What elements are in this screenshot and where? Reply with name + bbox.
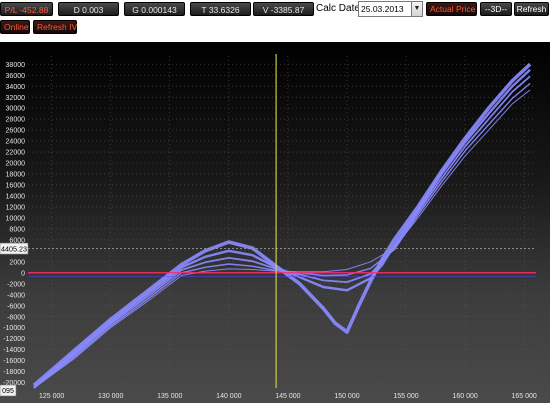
- payoff-chart[interactable]: 38000 36000 34000 32000 30000 28000 26000 24000…: [0, 42, 550, 403]
- chart-area[interactable]: 38000 36000 34000 32000 30000 28000 26000 24000…: [0, 42, 550, 403]
- y-tick-label: -4000: [7, 292, 25, 299]
- x-tick-label: 150 000: [334, 393, 359, 400]
- y-tick-label: -8000: [7, 314, 25, 321]
- y-tick-label: -10000: [3, 325, 25, 332]
- y-tick-label: 24000: [6, 139, 26, 146]
- y-tick-label: 14000: [6, 194, 26, 201]
- y-tick-label: 12000: [6, 205, 26, 212]
- x-tick-label: 145 000: [275, 393, 300, 400]
- y-tick-label: -16000: [3, 358, 25, 365]
- refresh-iv-button[interactable]: Refresh IV: [33, 20, 77, 34]
- y-tick-label: 10000: [6, 215, 26, 222]
- y-tick-label: -12000: [3, 336, 25, 343]
- y-tick-label: -2000: [7, 281, 25, 288]
- delta-value: D 0.003: [58, 2, 119, 16]
- calc-date-label: Calc Date:: [316, 3, 363, 14]
- y-tick-label: 32000: [6, 95, 26, 102]
- y-tick-label: 26000: [6, 128, 26, 135]
- chart-series: [32, 62, 532, 389]
- y-tick-label: 30000: [6, 106, 26, 113]
- y-tick-label: 8000: [9, 226, 25, 233]
- y-tick-label: 0: [21, 270, 25, 277]
- y-tick-label: 2000: [9, 259, 25, 266]
- y-tick-label: 16000: [6, 183, 26, 190]
- refresh-button[interactable]: Refresh: [514, 2, 549, 16]
- x-tick-label: 135 000: [157, 393, 182, 400]
- payoff-series-line: [33, 89, 531, 389]
- pl-value: P/L -452.88: [0, 2, 53, 16]
- vega-value: V -3385.87: [253, 2, 314, 16]
- y-axis-ticks: 38000 36000 34000 32000 30000 28000 26000 24000…: [3, 62, 25, 387]
- y-tick-label: 38000: [6, 62, 26, 69]
- toolbar: P/L -452.88 D 0.003 G 0.000143 T 33.6326…: [0, 0, 550, 42]
- 3d-button[interactable]: --3D--: [480, 2, 512, 16]
- x-tick-label: 130 000: [98, 393, 123, 400]
- x-axis-ticks: 125 000 130 000 135 000 140 000 145 000 150 0…: [39, 393, 537, 400]
- actual-price-button[interactable]: Actual Price: [426, 2, 477, 16]
- chart-grid: [28, 56, 536, 388]
- theta-value: T 33.6326: [190, 2, 251, 16]
- x-tick-label: 165 000: [512, 393, 537, 400]
- payoff-series-line: [33, 82, 531, 389]
- x-tick-label: 160 000: [452, 393, 477, 400]
- y-tick-label: 34000: [6, 84, 26, 91]
- y-tick-label: 28000: [6, 117, 26, 124]
- x-tick-label: 155 000: [393, 393, 418, 400]
- gamma-value: G 0.000143: [124, 2, 185, 16]
- chevron-down-icon[interactable]: ▼: [411, 1, 423, 17]
- y-tick-label: 18000: [6, 172, 26, 179]
- y-tick-label: -6000: [7, 303, 25, 310]
- cursor-x-label: 095: [2, 388, 14, 395]
- calc-date-input[interactable]: 25.03.2013: [358, 1, 412, 17]
- payoff-series-line: [32, 62, 532, 387]
- online-button[interactable]: Online: [0, 20, 30, 34]
- x-tick-label: 125 000: [39, 393, 64, 400]
- y-tick-label: 36000: [6, 73, 26, 80]
- payoff-series-line: [33, 68, 531, 388]
- current-value-label: 4405.23: [1, 245, 27, 254]
- x-tick-label: 140 000: [216, 393, 241, 400]
- y-tick-label: 22000: [6, 150, 26, 157]
- y-tick-label: -14000: [3, 347, 25, 354]
- y-tick-label: 20000: [6, 161, 26, 168]
- payoff-series-line: [33, 75, 531, 389]
- y-tick-label: -18000: [3, 369, 25, 376]
